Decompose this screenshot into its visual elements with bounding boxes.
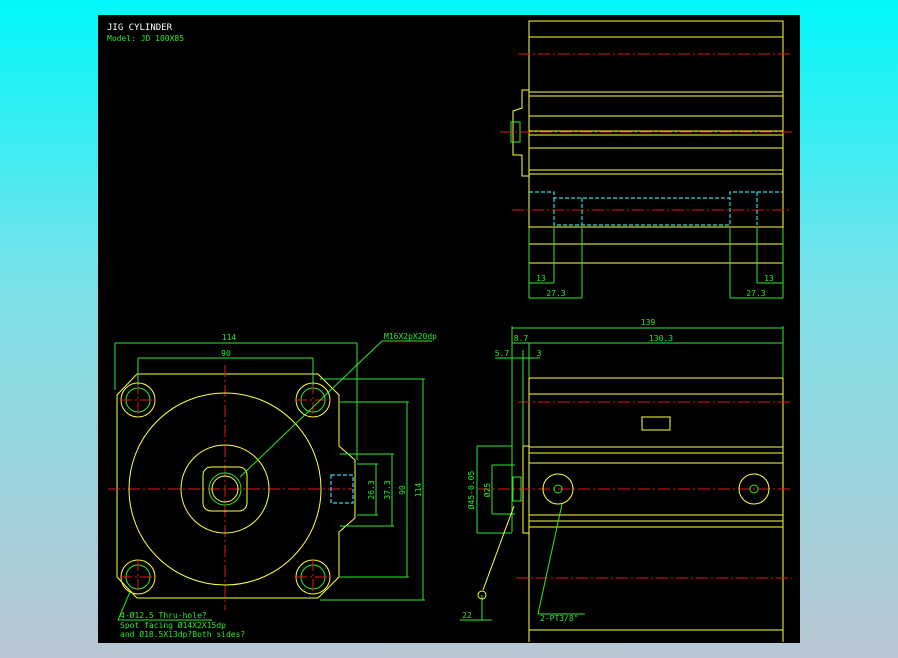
dim-27-3-right: 27.3 <box>746 289 765 298</box>
thread-note: M16X2pX20dp <box>384 332 437 341</box>
dim-27-3-left: 27.3 <box>546 289 565 298</box>
dim-139: 139 <box>641 318 656 327</box>
dim-5-7: 5.7 <box>495 349 510 358</box>
hole-note-2: Spot facing Ø14X2X15dp <box>120 620 226 630</box>
dim-13-left: 13 <box>536 274 546 283</box>
dim-37-3: 37.3 <box>383 480 392 499</box>
dim-114-vertical: 114 <box>414 483 423 498</box>
dim-phi45: Ø45-0.05 <box>466 471 476 510</box>
port-note: 2-PT3/8" <box>540 614 579 623</box>
cad-drawing-canvas: JIG CYLINDER Model: JD 100X85 114 90 26.… <box>98 15 800 643</box>
hole-note-1: 4-Ø12.5 Thru-hole? <box>120 610 207 620</box>
dim-13-right: 13 <box>764 274 774 283</box>
dim-90-horizontal: 90 <box>221 349 231 358</box>
dim-90-vertical: 90 <box>398 485 407 495</box>
dim-8-7: 8.7 <box>514 334 529 343</box>
drawing-title: JIG CYLINDER <box>107 23 173 33</box>
dim-26-3: 26.3 <box>367 480 376 499</box>
drawing: JIG CYLINDER Model: JD 100X85 114 90 26.… <box>107 20 792 642</box>
dim-3: 3 <box>537 349 542 358</box>
side-view: 139 8.7 130.3 5.7 3 Ø45-0.05 Ø25 22 2-PT… <box>460 318 792 642</box>
dim-phi25: Ø25 <box>482 483 492 498</box>
dim-114-horizontal: 114 <box>222 333 237 342</box>
top-view: 13 27.3 13 27.3 <box>500 20 792 299</box>
front-view: 114 90 26.3 37.3 90 114 M16X2pX20dp 4-Ø1… <box>108 332 437 639</box>
dim-22: 22 <box>462 611 472 620</box>
drawing-model: Model: JD 100X85 <box>107 34 184 43</box>
hole-note-3: and Ø18.5X13dp?Both sides? <box>120 629 245 639</box>
dim-130-3: 130.3 <box>649 334 673 343</box>
